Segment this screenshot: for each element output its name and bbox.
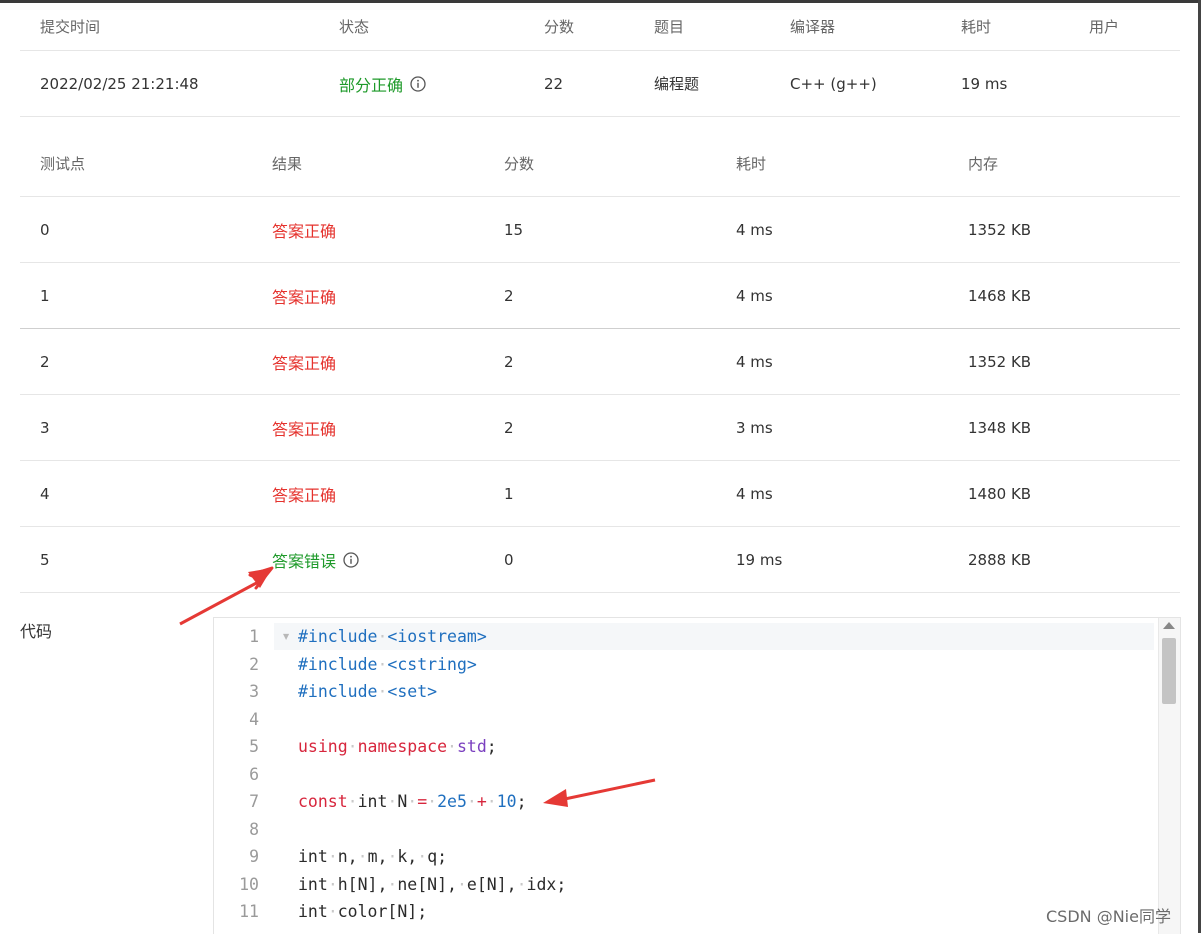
arrow-to-const-line bbox=[543, 778, 656, 807]
annotation-arrows bbox=[179, 566, 656, 807]
watermark: CSDN @Nie同学 bbox=[1046, 907, 1171, 926]
arrow-to-wrong-answer bbox=[179, 566, 274, 626]
